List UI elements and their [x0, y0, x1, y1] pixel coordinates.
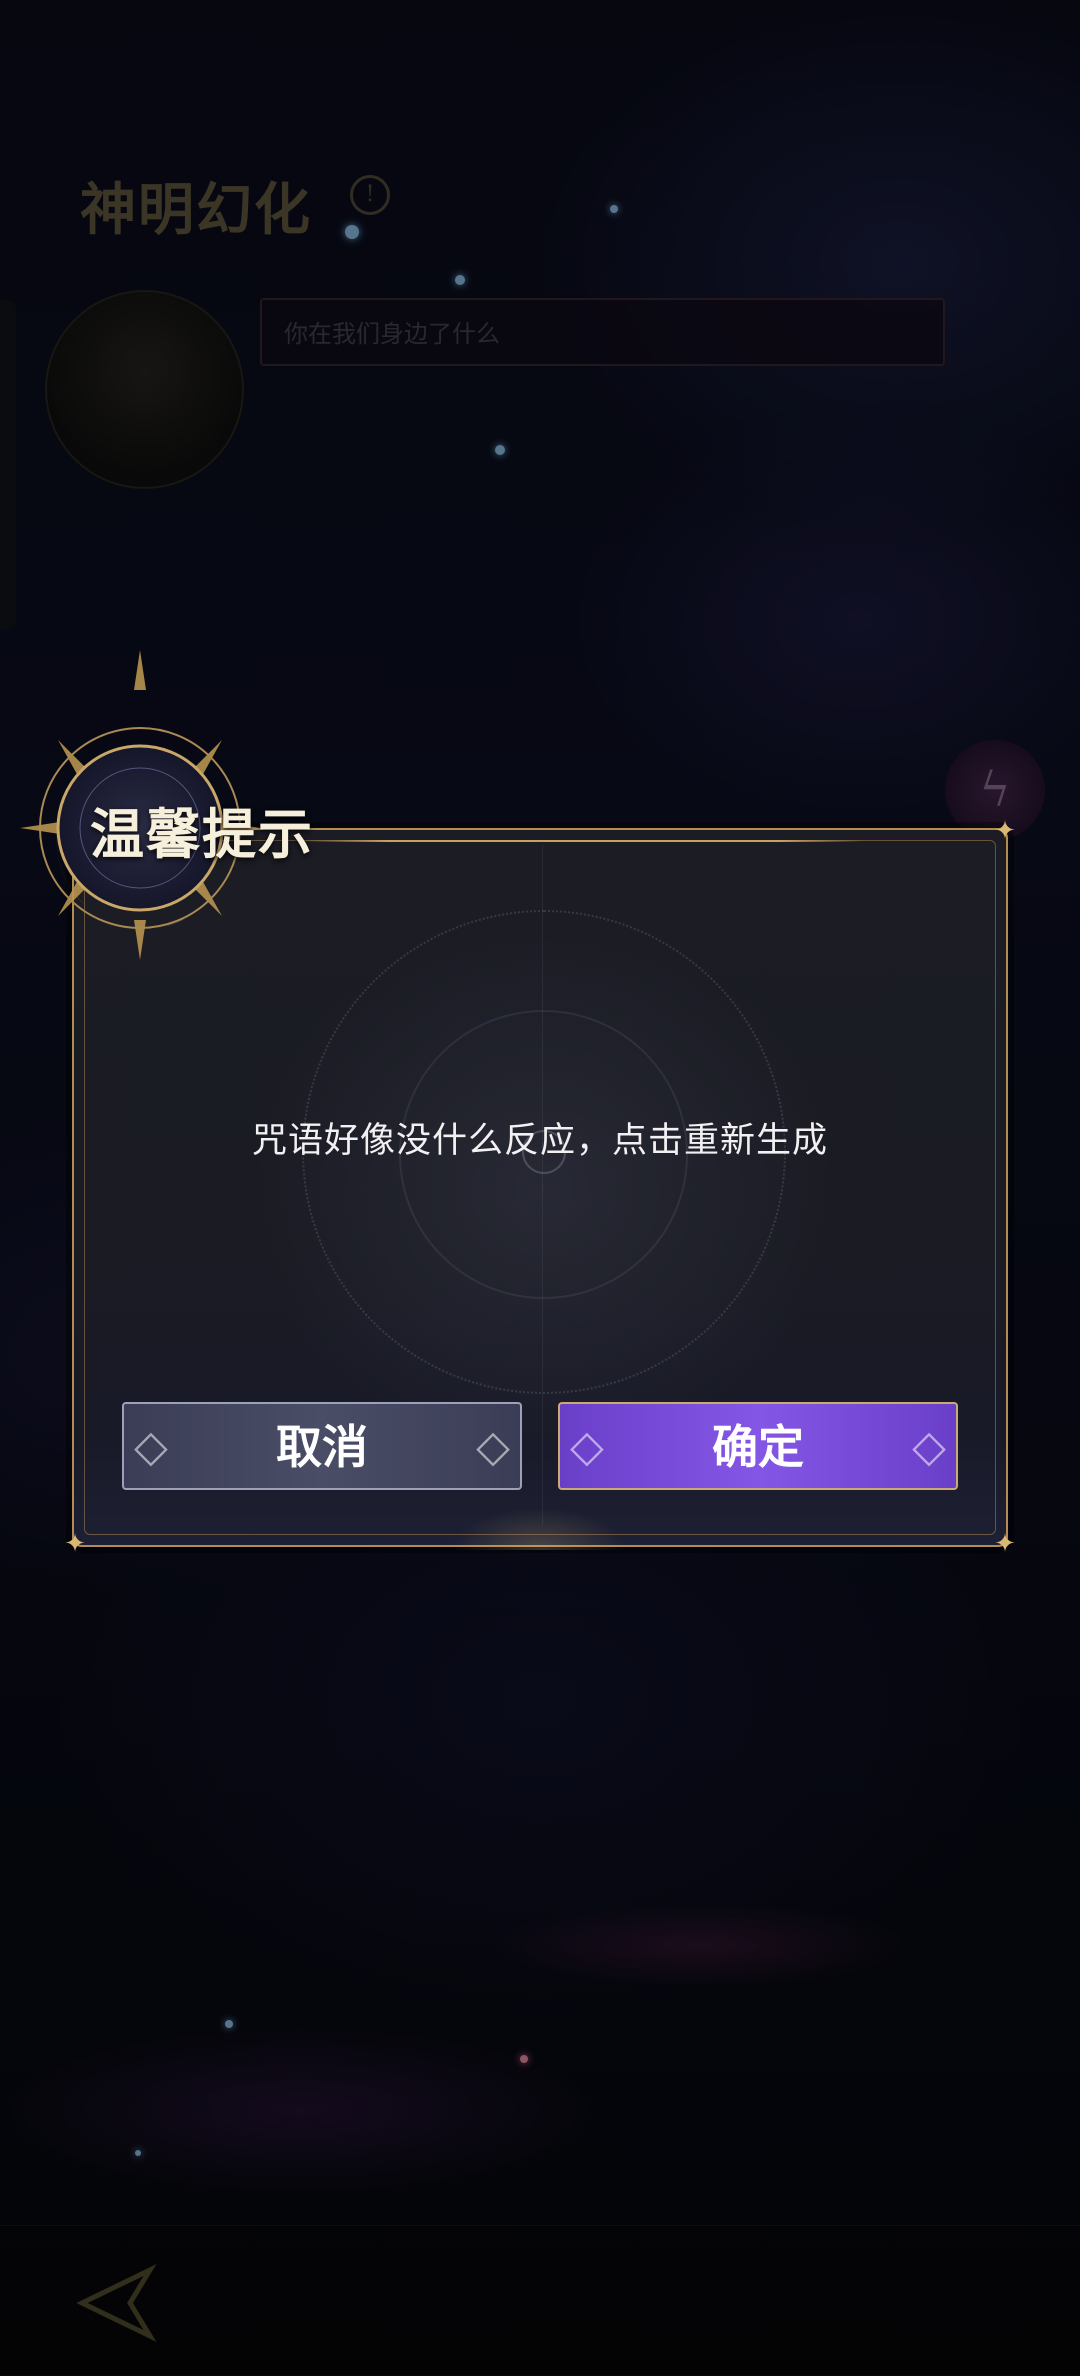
- confirm-button[interactable]: ◇ 确定 ◇: [558, 1402, 958, 1490]
- diamond-ornament-icon: ◇: [134, 1421, 168, 1472]
- corner-star-icon: ✦: [994, 1529, 1016, 1559]
- dialog-top-divider: [304, 840, 864, 842]
- corner-star-icon: ✦: [994, 816, 1016, 846]
- diamond-ornament-icon: ◇: [570, 1421, 604, 1472]
- cancel-button-label: 取消: [276, 1420, 368, 1474]
- dialog-message: 咒语好像没什么反应，点击重新生成: [251, 1121, 828, 1161]
- cancel-button[interactable]: ◇ 取消 ◇: [122, 1402, 522, 1490]
- diamond-ornament-icon: ◇: [912, 1421, 946, 1472]
- confirm-button-label: 确定: [712, 1420, 804, 1474]
- dialog-bottom-glow: [414, 1490, 664, 1550]
- corner-star-icon: ✦: [64, 1529, 86, 1559]
- dialog-title: 温馨提示: [90, 802, 314, 866]
- diamond-ornament-icon: ◇: [476, 1421, 510, 1472]
